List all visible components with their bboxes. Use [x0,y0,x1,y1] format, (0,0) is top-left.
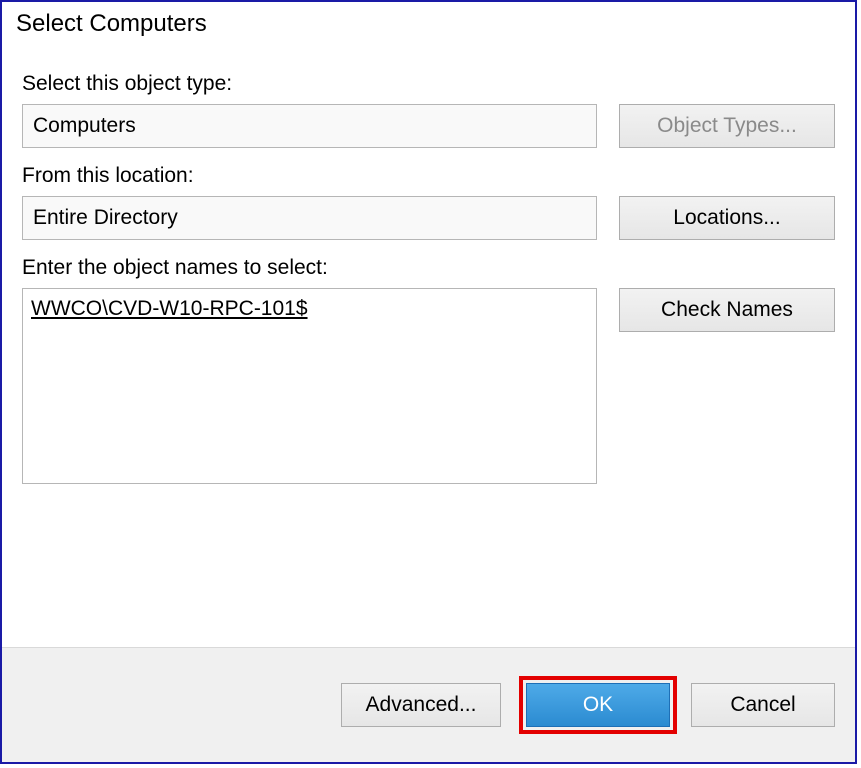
location-field: Entire Directory [22,196,597,240]
check-names-button[interactable]: Check Names [619,288,835,332]
advanced-button[interactable]: Advanced... [341,683,501,727]
ok-button[interactable]: OK [526,683,670,727]
location-row: Entire Directory Locations... [22,196,835,240]
body-spacer [22,492,835,637]
resolved-object-name: WWCO\CVD-W10-RPC-101$ [31,297,308,320]
dialog-body: Select this object type: Computers Objec… [2,44,855,647]
ok-highlight-box: OK [519,676,677,734]
object-type-label: Select this object type: [22,72,835,96]
dialog-title: Select Computers [2,2,855,44]
object-types-button[interactable]: Object Types... [619,104,835,148]
location-label: From this location: [22,164,835,188]
object-names-input[interactable]: WWCO\CVD-W10-RPC-101$ [22,288,597,484]
object-type-field: Computers [22,104,597,148]
locations-button[interactable]: Locations... [619,196,835,240]
select-computers-dialog: Select Computers Select this object type… [0,0,857,764]
dialog-footer: Advanced... OK Cancel [2,647,855,762]
cancel-button[interactable]: Cancel [691,683,835,727]
names-label: Enter the object names to select: [22,256,835,280]
object-type-row: Computers Object Types... [22,104,835,148]
names-row: WWCO\CVD-W10-RPC-101$ Check Names [22,288,835,484]
